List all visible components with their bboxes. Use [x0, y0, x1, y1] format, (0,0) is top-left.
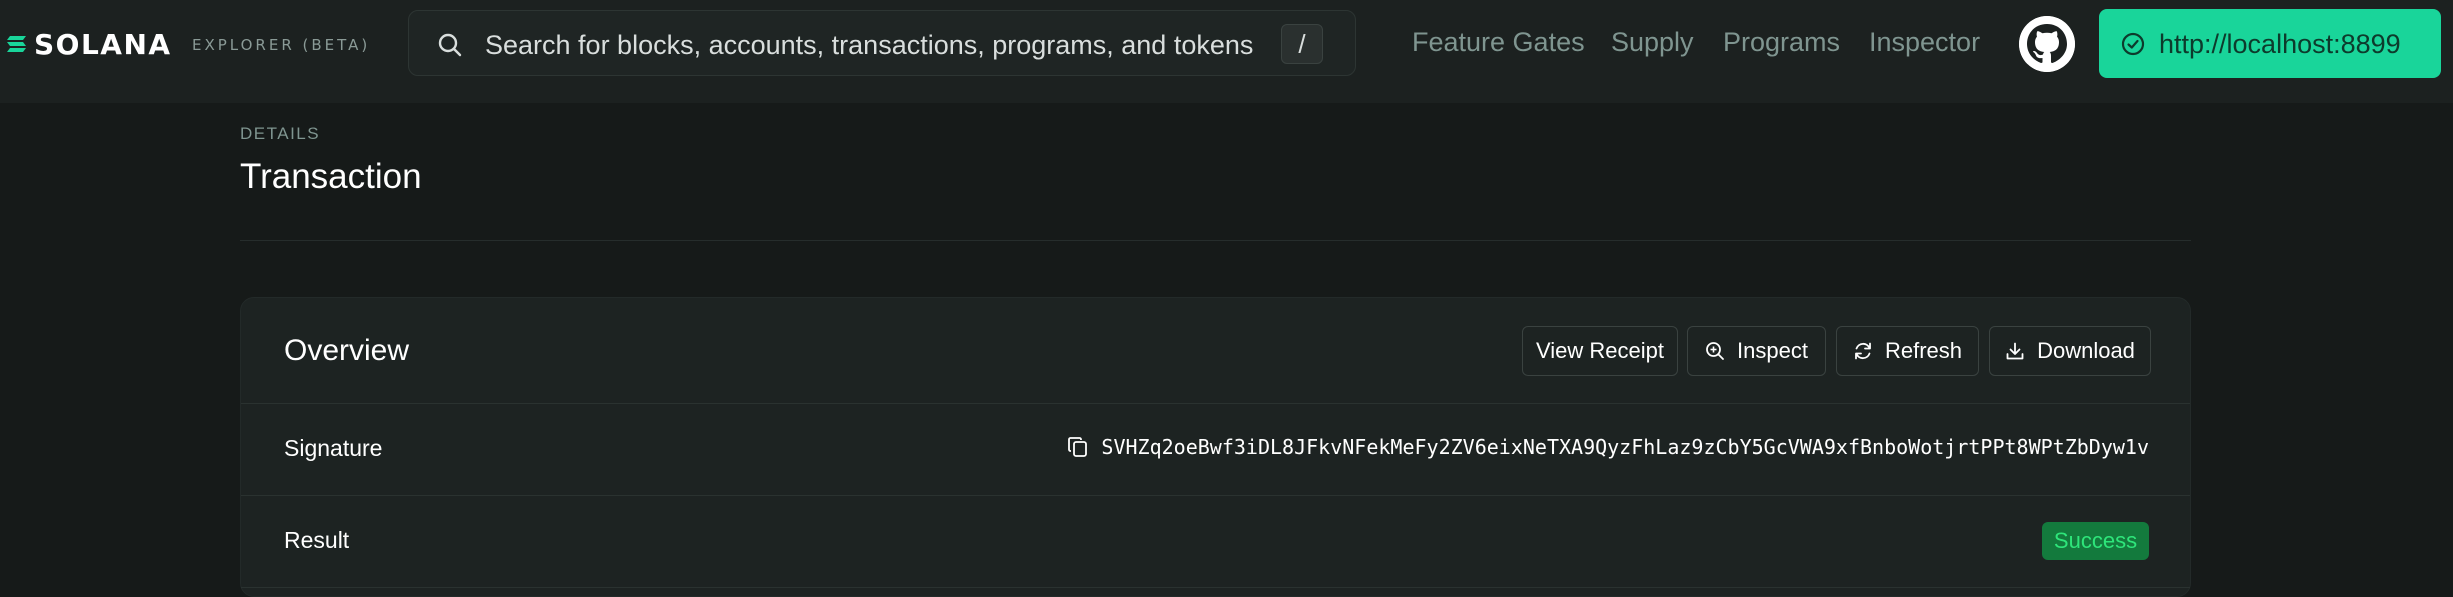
search-bar[interactable]: Search for blocks, accounts, transaction… — [408, 10, 1356, 76]
refresh-icon — [1855, 342, 1871, 360]
result-label: Result — [284, 527, 350, 553]
solana-logo-icon — [7, 36, 26, 52]
overview-card-header: Overview View Receipt Inspect Refresh Do… — [241, 298, 2190, 404]
signature-label: Signature — [284, 435, 383, 461]
inspect-label: Inspect — [1737, 338, 1808, 363]
download-icon — [2006, 342, 2024, 360]
check-circle-icon — [2121, 32, 2145, 56]
view-receipt-button[interactable]: View Receipt — [1522, 326, 1678, 376]
search-input[interactable]: Search for blocks, accounts, transaction… — [485, 30, 1253, 61]
logo-text: SOLANA — [34, 27, 172, 61]
page-title: Transaction — [240, 157, 422, 196]
view-receipt-label: View Receipt — [1536, 338, 1664, 363]
search-shortcut-key: / — [1281, 24, 1323, 64]
header-divider — [240, 240, 2191, 241]
result-row: Result Success — [241, 496, 2190, 588]
nav-feature-gates[interactable]: Feature Gates — [1412, 27, 1585, 58]
solana-logo[interactable]: SOLANA — [6, 27, 172, 61]
overview-title: Overview — [284, 334, 410, 367]
nav-programs[interactable]: Programs — [1723, 27, 1840, 58]
overview-card: Overview View Receipt Inspect Refresh Do… — [240, 297, 2191, 597]
inspect-button[interactable]: Inspect — [1687, 326, 1826, 376]
copy-icon[interactable] — [1067, 435, 1089, 459]
signature-value[interactable]: SVHZq2oeBwf3iDL8JFkvNFekMeFy2ZV6eixNeTXA… — [1101, 435, 2149, 459]
cluster-label: http://localhost:8899 — [2159, 29, 2401, 59]
refresh-button[interactable]: Refresh — [1836, 326, 1979, 376]
download-button[interactable]: Download — [1989, 326, 2151, 376]
logo-subtitle: EXPLORER (BETA) — [192, 36, 371, 54]
download-label: Download — [2037, 338, 2135, 363]
search-icon — [438, 33, 462, 57]
zoom-in-icon — [1706, 342, 1724, 360]
navbar: SOLANA EXPLORER (BETA) Search for blocks… — [0, 0, 2453, 103]
status-badge: Success — [2042, 522, 2149, 560]
signature-value-wrap: SVHZq2oeBwf3iDL8JFkvNFekMeFy2ZV6eixNeTXA… — [1067, 435, 2149, 459]
page-pretitle: DETAILS — [240, 124, 321, 143]
cluster-button[interactable]: http://localhost:8899 — [2099, 9, 2441, 78]
refresh-label: Refresh — [1884, 338, 1963, 363]
nav-supply[interactable]: Supply — [1611, 27, 1694, 58]
github-icon[interactable] — [2019, 16, 2075, 72]
signature-row: Signature SVHZq2oeBwf3iDL8JFkvNFekMeFy2Z… — [241, 404, 2190, 496]
nav-inspector[interactable]: Inspector — [1869, 27, 1980, 58]
